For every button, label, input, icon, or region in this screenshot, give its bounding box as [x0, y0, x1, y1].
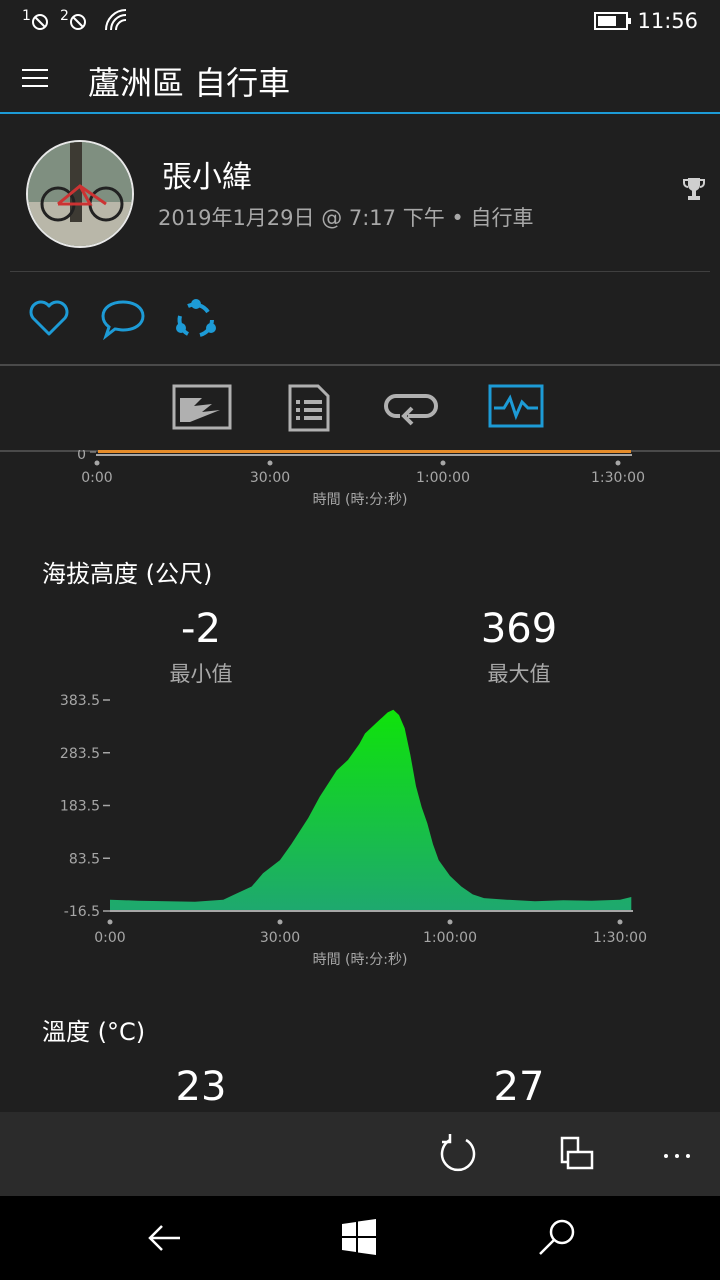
app-header: 蘆洲區 自行車 — [0, 44, 720, 114]
temperature-min-value: 23 — [175, 1064, 227, 1110]
y-tick-label: 183.5 — [60, 799, 100, 815]
comment-icon[interactable] — [100, 298, 146, 340]
tab-details-icon[interactable] — [280, 384, 340, 432]
x-tick-mark — [447, 919, 453, 925]
top-chart-fragment: 0 0:00 30:00 1:00:00 1:30:00 時間 (時:分:秒) — [77, 450, 645, 508]
back-icon[interactable] — [144, 1218, 184, 1258]
more-options-icon[interactable] — [662, 1152, 692, 1160]
wifi-icon — [105, 9, 127, 31]
elevation-area — [110, 709, 632, 911]
x-axis-label: 時間 (時:分:秒) — [313, 492, 408, 508]
activity-meta: 2019年1月29日 @ 7:17 下午 • 自行車 — [158, 206, 534, 230]
system-nav-bar — [0, 1196, 720, 1280]
temperature-title: 溫度 (°C) — [42, 1018, 146, 1046]
windows-start-icon[interactable] — [340, 1218, 378, 1256]
like-heart-icon[interactable] — [28, 298, 70, 338]
status-bar: 1 2 11:56 — [0, 0, 720, 44]
elevation-title: 海拔高度 (公尺) — [42, 560, 213, 588]
user-name[interactable]: 張小緯 — [162, 152, 252, 196]
avatar[interactable] — [26, 140, 134, 248]
temperature-max-value: 27 — [493, 1064, 545, 1110]
x-tick-label: 0:00 — [94, 930, 125, 946]
battery-icon — [594, 12, 631, 30]
y-tick-label: 83.5 — [69, 851, 100, 867]
elevation-min-value: -2 — [181, 606, 221, 652]
app-command-bar — [0, 1112, 720, 1196]
no-signal-icon — [32, 14, 48, 30]
x-tick-mark — [107, 919, 113, 925]
elevation-max-value: 369 — [480, 606, 558, 652]
x-tick-label: 30:00 — [260, 930, 300, 946]
y-tick-label: 283.5 — [60, 746, 100, 762]
clock: 11:56 — [637, 9, 698, 33]
hamburger-menu-icon[interactable] — [22, 69, 48, 87]
x-axis-label: 時間 (時:分:秒) — [313, 952, 408, 968]
tab-charts-icon[interactable] — [488, 384, 548, 432]
trophy-icon[interactable] — [682, 176, 706, 202]
x-tick-label: 1:30:00 — [593, 930, 647, 946]
x-tick-label: 0:00 — [81, 470, 112, 486]
x-tick-label: 30:00 — [250, 470, 290, 486]
bike-photo — [28, 142, 132, 246]
page-title: 蘆洲區 自行車 — [88, 64, 291, 102]
x-tick-label: 1:30:00 — [591, 470, 645, 486]
activity-tab-bar — [0, 364, 720, 452]
x-tick-mark — [617, 919, 623, 925]
tab-map-icon[interactable] — [172, 384, 232, 432]
y-tick-label: 0 — [77, 450, 86, 463]
rotate-screen-icon[interactable] — [556, 1134, 596, 1174]
x-tick-label: 1:00:00 — [416, 470, 470, 486]
tab-laps-icon[interactable] — [382, 384, 442, 432]
elevation-chart: 383.5 283.5 183.5 83.5 -16.5 0:00 30:00 1:00:0… — [60, 693, 647, 968]
series-line — [98, 450, 631, 453]
divider — [10, 271, 710, 272]
refresh-icon[interactable] — [436, 1132, 480, 1176]
share-icon[interactable] — [174, 298, 218, 342]
y-tick-label: -16.5 — [64, 904, 100, 920]
x-tick-mark — [277, 919, 283, 925]
y-tick-label: 383.5 — [60, 693, 100, 709]
x-tick-label: 1:00:00 — [423, 930, 477, 946]
no-signal-icon — [70, 14, 86, 30]
search-icon[interactable] — [536, 1216, 578, 1258]
